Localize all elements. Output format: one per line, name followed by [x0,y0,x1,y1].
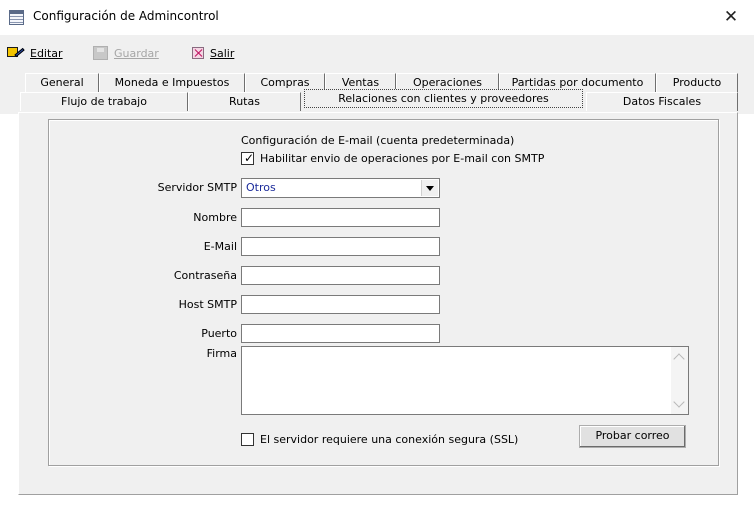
edit-button[interactable]: Editar [7,44,63,62]
port-field[interactable] [241,324,440,343]
enable-smtp-checkbox[interactable]: ✓ [241,151,255,165]
exit-icon [192,47,204,59]
signature-scrollbar[interactable] [671,347,688,414]
email-field[interactable] [241,237,440,256]
save-button[interactable]: Guardar [93,44,159,62]
scroll-down-icon[interactable] [673,396,685,408]
tab-flujo-trabajo[interactable]: Flujo de trabajo [20,92,188,111]
email-label: E-Mail [203,240,237,253]
smtp-server-value: Otros [246,181,276,194]
port-label: Puerto [201,327,237,340]
name-label: Nombre [193,211,237,224]
password-label: Contraseña [173,269,237,282]
tab-producto[interactable]: Producto [656,73,738,92]
tab-general[interactable]: General [25,73,99,92]
save-icon [93,46,108,60]
tab-rutas[interactable]: Rutas [188,92,301,111]
chevron-down-icon[interactable] [421,180,438,196]
tab-strip: General Moneda e Impuestos Compras Venta… [0,69,754,114]
email-settings-group: Configuración de E-mail (cuenta predeter… [48,119,719,466]
title-bar: Configuración de Admincontrol ✕ [0,0,754,35]
exit-button[interactable]: Salir [192,44,234,62]
edit-icon [7,46,25,60]
ssl-checkbox[interactable] [241,433,254,446]
tab-datos-fiscales[interactable]: Datos Fiscales [586,92,738,111]
smtp-host-field[interactable] [241,295,440,314]
edit-label: Editar [30,46,63,60]
signature-label: Firma [206,347,237,360]
scroll-up-icon[interactable] [673,353,685,365]
save-label: Guardar [114,46,159,60]
settings-window: Configuración de Admincontrol ✕ Editar G… [0,0,754,513]
smtp-server-label: Servidor SMTP [157,181,237,194]
window-title: Configuración de Admincontrol [33,9,219,23]
password-field[interactable] [241,266,440,285]
name-field[interactable] [241,208,440,227]
test-email-button[interactable]: Probar correo [579,425,686,448]
enable-smtp-label: Habilitar envio de operaciones por E-mai… [260,152,545,165]
exit-label: Salir [210,46,235,60]
tab-moneda-impuestos[interactable]: Moneda e Impuestos [99,73,245,92]
tab-relaciones-clientes-proveedores[interactable]: Relaciones con clientes y proveedores [304,89,583,108]
ssl-label: El servidor requiere una conexión segura… [260,433,519,446]
smtp-server-select[interactable]: Otros [241,178,440,198]
signature-textarea[interactable] [241,346,689,415]
close-icon[interactable]: ✕ [708,0,754,35]
check-icon: ✓ [244,151,255,165]
toolbar: Editar Guardar Salir [0,35,754,69]
smtp-host-label: Host SMTP [178,298,237,311]
tab-panel: Configuración de E-mail (cuenta predeter… [18,112,738,495]
app-window-icon [9,10,24,25]
email-section-title: Configuración de E-mail (cuenta predeter… [241,134,515,147]
